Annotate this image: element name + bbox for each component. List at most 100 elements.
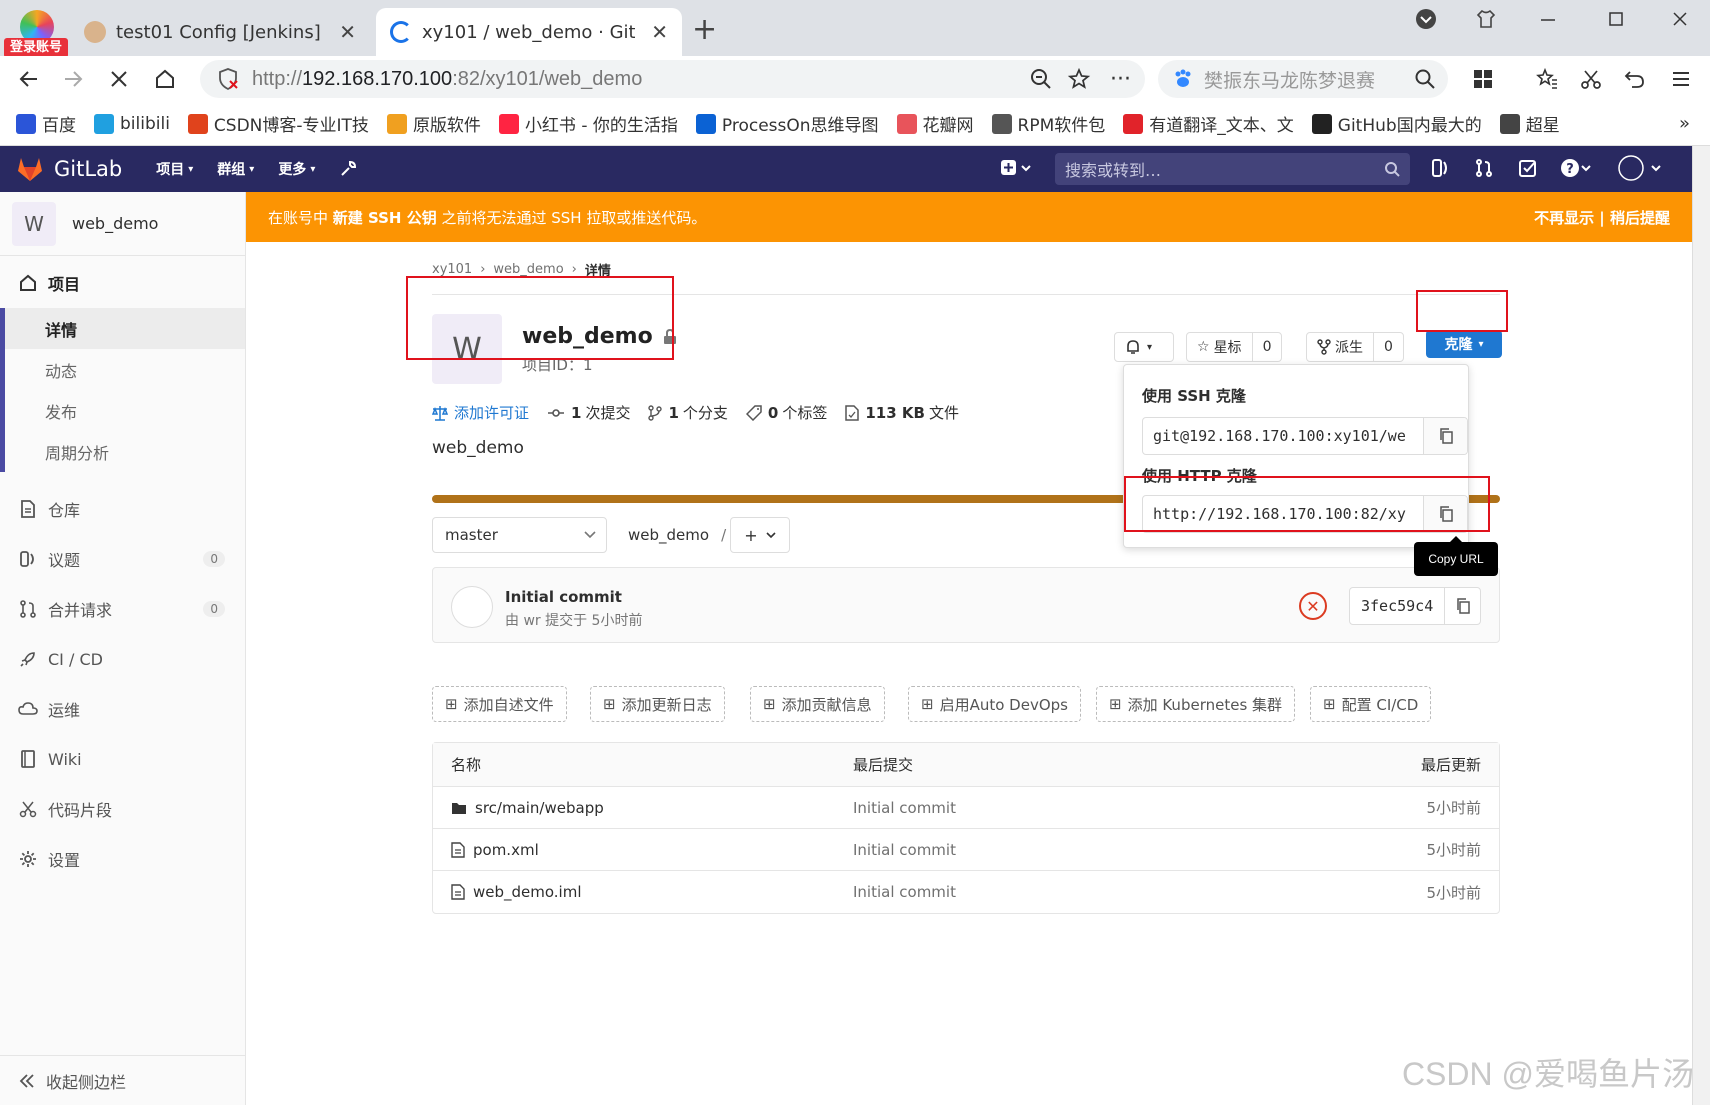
star-toggle[interactable]: ☆ 星标 [1187,333,1252,361]
sidebar-item-project[interactable]: 项目 [0,258,245,308]
avatar[interactable] [451,586,493,628]
banner-dismiss-actions[interactable]: 不再显示 | 稍后提醒 [1534,207,1670,228]
nav-more-dropdown[interactable]: 更多 ▾ [278,159,315,179]
new-item-plus-icon[interactable] [1000,158,1034,178]
copy-icon[interactable] [1423,418,1467,454]
nav-projects-dropdown[interactable]: 项目 ▾ [156,159,193,179]
tags-stat[interactable]: 0 个标签 [745,402,827,423]
table-row[interactable]: src/main/webapp Initial commit 5小时前 [433,787,1499,829]
bookmark-item[interactable]: GitHub国内最大的 [1311,111,1482,136]
address-bar[interactable]: http://192.168.170.100:82/xy101/web_demo… [200,60,1145,98]
bookmark-item[interactable]: bilibili [94,113,170,134]
browser-account-badge[interactable]: 登录账号 [4,6,68,58]
add-changelog-button[interactable]: ⊞ 添加更新日志 [590,686,725,722]
sidebar-item-ci-cd[interactable]: CI / CD [0,634,245,684]
more-bookmarks-button[interactable]: » [1679,113,1690,134]
collapse-sidebar-button[interactable]: 收起侧边栏 [0,1055,246,1105]
row-commit-link[interactable]: Initial commit [853,841,956,859]
branch-selector[interactable]: master [432,517,607,553]
tab-gitlab[interactable]: xy101 / web_demo · GitLab ✕ [376,8,682,56]
commit-title-link[interactable]: Initial commit [505,588,622,606]
sidebar-item-wiki[interactable]: Wiki [0,734,245,784]
todo-icon[interactable] [1518,158,1538,178]
help-icon[interactable]: ? [1560,158,1594,178]
sidebar-subitem-activity[interactable]: 动态 [0,349,245,390]
forward-button[interactable] [58,64,88,94]
sidebar-item-merge-requests[interactable]: 合并请求 0 [0,584,245,634]
sidebar-item-issues[interactable]: 议题 0 [0,534,245,584]
star-count[interactable]: 0 [1251,333,1282,361]
bookmark-item[interactable]: 原版软件 [386,111,481,136]
enable-auto-devops-button[interactable]: ⊞ 启用Auto DevOps [908,686,1081,722]
admin-wrench-icon[interactable] [339,160,357,178]
sidebar-item-repository[interactable]: 仓库 [0,484,245,534]
bookmark-item[interactable]: 百度 [16,111,76,136]
file-name-link[interactable]: pom.xml [451,841,539,859]
home-button[interactable] [150,64,180,94]
add-kubernetes-button[interactable]: ⊞ 添加 Kubernetes 集群 [1096,686,1296,722]
account-dropdown-icon[interactable] [1402,4,1450,34]
fork-toggle[interactable]: 派生 [1307,333,1373,361]
sidebar-project-header[interactable]: W web_demo [0,192,245,256]
zoom-icon[interactable] [1029,67,1053,91]
setup-ci-cd-button[interactable]: ⊞ 配置 CI/CD [1310,686,1432,722]
shirt-icon[interactable] [1462,4,1510,34]
more-options-icon[interactable]: ··· [1110,67,1131,92]
favorites-icon[interactable] [1532,64,1562,94]
fork-count[interactable]: 0 [1373,333,1403,361]
browser-search-box[interactable]: 樊振东马龙陈梦退赛 [1158,60,1448,98]
bookmark-item[interactable]: 花瓣网 [896,111,974,136]
clone-dropdown-button[interactable]: 克隆 ▾ [1426,330,1502,358]
table-row[interactable]: pom.xml Initial commit 5小时前 [433,829,1499,871]
copy-icon[interactable] [1444,588,1480,624]
sidebar-subitem-details[interactable]: 详情 [0,308,245,349]
gitlab-search-input[interactable]: 搜索或转到… [1055,153,1410,185]
add-ssh-key-link[interactable]: 新建 SSH 公钥 [333,209,437,227]
sidebar-subitem-releases[interactable]: 发布 [0,390,245,431]
file-name-link[interactable]: web_demo.iml [451,883,582,901]
gitlab-home-link[interactable]: GitLab [16,156,122,182]
row-commit-link[interactable]: Initial commit [853,799,956,817]
close-icon[interactable]: ✕ [651,20,668,44]
tab-jenkins[interactable]: test01 Config [Jenkins] ✕ [70,8,370,56]
bookmark-item[interactable]: CSDN博客-专业IT技 [187,111,369,136]
commits-stat[interactable]: 1 次提交 [547,402,630,423]
star-bookmark-icon[interactable] [1067,67,1091,91]
insecure-site-icon[interactable] [216,67,240,91]
sidebar-item-snippets[interactable]: 代码片段 [0,784,245,834]
new-tab-button[interactable]: + [692,12,717,47]
undo-icon[interactable] [1620,64,1650,94]
fork-button[interactable]: 派生 0 [1306,332,1404,362]
nav-groups-dropdown[interactable]: 群组 ▾ [217,159,254,179]
merge-request-icon[interactable] [1474,158,1494,178]
menu-icon[interactable] [1666,64,1696,94]
maximize-button[interactable] [1592,4,1640,34]
sidebar-subitem-cycle-analytics[interactable]: 周期分析 [0,431,245,472]
bookmark-item[interactable]: 有道翻译_文本、文 [1123,111,1294,136]
page-scrollbar[interactable] [1692,146,1710,1105]
add-contributing-button[interactable]: ⊞ 添加贡献信息 [750,686,885,722]
bookmark-item[interactable]: ProcessOn思维导图 [695,111,879,136]
ssh-clone-url-field[interactable]: git@192.168.170.100:xy101/we [1142,417,1468,455]
commit-sha-link[interactable]: 3fec59c4 [1350,597,1444,615]
bookmark-item[interactable]: 超星 [1499,111,1560,136]
add-readme-button[interactable]: ⊞ 添加自述文件 [432,686,567,722]
ssh-clone-url[interactable]: git@192.168.170.100:xy101/we [1143,427,1423,445]
search-icon[interactable] [1414,68,1436,90]
close-icon[interactable]: ✕ [339,20,356,44]
table-row[interactable]: web_demo.iml Initial commit 5小时前 [433,871,1499,913]
apps-grid-icon[interactable] [1468,64,1498,94]
sidebar-item-operations[interactable]: 运维 [0,684,245,734]
stop-loading-button[interactable] [104,64,134,94]
breadcrumb-project-link[interactable]: web_demo [493,262,563,277]
file-name-link[interactable]: src/main/webapp [451,799,604,817]
files-size-stat[interactable]: 113 KB 文件 [845,402,959,423]
issues-icon[interactable] [1430,158,1450,178]
add-license-link[interactable]: 添加许可证 [432,402,529,423]
user-avatar-dropdown[interactable] [1618,154,1664,182]
row-commit-link[interactable]: Initial commit [853,883,956,901]
add-file-dropdown[interactable]: + [730,517,790,553]
sidebar-item-settings[interactable]: 设置 [0,834,245,884]
scissors-icon[interactable] [1576,64,1606,94]
bookmark-item[interactable]: RPM软件包 [991,111,1105,136]
